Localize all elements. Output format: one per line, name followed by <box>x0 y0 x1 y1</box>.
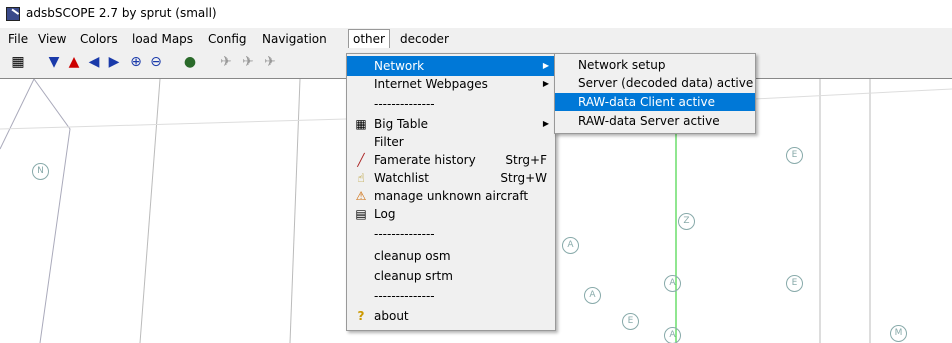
menu-colors[interactable]: Colors <box>76 30 122 48</box>
question-icon: ? <box>357 309 365 323</box>
submenu-arrow-icon: ▶ <box>542 119 549 128</box>
map-label-a3: A <box>584 287 601 304</box>
submenu-item-raw-client[interactable]: RAW-data Client active <box>555 93 755 111</box>
arrow-right-icon[interactable]: ▶ <box>104 52 124 72</box>
menu-other[interactable]: other <box>348 29 390 48</box>
arrow-up-icon[interactable]: ▲ <box>64 52 84 72</box>
app-icon <box>6 7 20 21</box>
submenu-arrow-icon: ▶ <box>542 61 549 70</box>
menu-item-manage-unknown-aircraft[interactable]: ⚠ manage unknown aircraft <box>347 186 555 206</box>
menu-decoder[interactable]: decoder <box>396 30 453 48</box>
menu-file[interactable]: File <box>4 30 32 48</box>
network-submenu: Network setup Server (decoded data) acti… <box>554 53 756 134</box>
map-label-e1: E <box>786 147 803 164</box>
map-label-a1: A <box>562 237 579 254</box>
globe-icon[interactable]: ● <box>180 52 200 72</box>
menu-separator: -------------- <box>374 97 435 111</box>
menu-navigation[interactable]: Navigation <box>258 30 331 48</box>
log-icon: ▤ <box>355 207 367 221</box>
zoom-out-icon[interactable]: ⊖ <box>146 52 166 72</box>
arrow-down-icon[interactable]: ▼ <box>44 52 64 72</box>
map-label-a2: A <box>664 275 681 292</box>
map-label-a4: A <box>664 327 681 343</box>
map-label-e3: E <box>622 313 639 330</box>
map-label-e2: E <box>786 275 803 292</box>
submenu-item-network-setup[interactable]: Network setup <box>555 56 755 74</box>
window-title: adsbSCOPE 2.7 by sprut (small) <box>26 6 217 20</box>
menu-item-log[interactable]: ▤ Log <box>347 204 555 224</box>
menu-item-watchlist[interactable]: ☝ Watchlist Strg+W <box>347 168 555 188</box>
menu-separator: -------------- <box>374 227 435 241</box>
menu-item-network[interactable]: Network ▶ <box>347 56 555 76</box>
table-icon: ▦ <box>355 117 367 131</box>
arrow-left-icon[interactable]: ◀ <box>84 52 104 72</box>
menu-load-maps[interactable]: load Maps <box>128 30 197 48</box>
menu-item-internet-webpages[interactable]: Internet Webpages ▶ <box>347 74 555 94</box>
map-label-z: Z <box>678 213 695 230</box>
menu-config[interactable]: Config <box>204 30 251 48</box>
menu-item-famerate-history[interactable]: ╱ Famerate history Strg+F <box>347 150 555 170</box>
menu-bar: File View Colors load Maps Config Naviga… <box>0 28 952 48</box>
aircraft-group-3-icon[interactable]: ✈ <box>260 52 280 72</box>
submenu-arrow-icon: ▶ <box>542 79 549 88</box>
menu-separator: -------------- <box>374 289 435 303</box>
menu-item-cleanup-osm[interactable]: cleanup osm <box>347 246 555 266</box>
menu-item-big-table[interactable]: ▦ Big Table ▶ <box>347 114 555 134</box>
warning-icon: ⚠ <box>355 189 367 203</box>
submenu-item-server-decoded[interactable]: Server (decoded data) active <box>555 74 755 92</box>
other-menu-dropdown: Network ▶ Internet Webpages ▶ ----------… <box>346 53 556 331</box>
menu-item-cleanup-srtm[interactable]: cleanup srtm <box>347 266 555 286</box>
menu-view[interactable]: View <box>34 30 70 48</box>
title-bar: adsbSCOPE 2.7 by sprut (small) <box>0 0 952 28</box>
table-icon[interactable]: ▦ <box>8 52 28 72</box>
map-label-n: N <box>32 163 49 180</box>
aircraft-group-1-icon[interactable]: ✈ <box>216 52 236 72</box>
menu-item-about[interactable]: ? about <box>347 306 555 326</box>
menu-item-filter[interactable]: Filter <box>347 132 555 152</box>
submenu-item-raw-server[interactable]: RAW-data Server active <box>555 112 755 130</box>
hand-icon: ☝ <box>357 171 365 185</box>
map-label-m: M <box>890 325 907 342</box>
aircraft-group-2-icon[interactable]: ✈ <box>238 52 258 72</box>
zoom-in-icon[interactable]: ⊕ <box>126 52 146 72</box>
chart-icon: ╱ <box>357 153 365 167</box>
